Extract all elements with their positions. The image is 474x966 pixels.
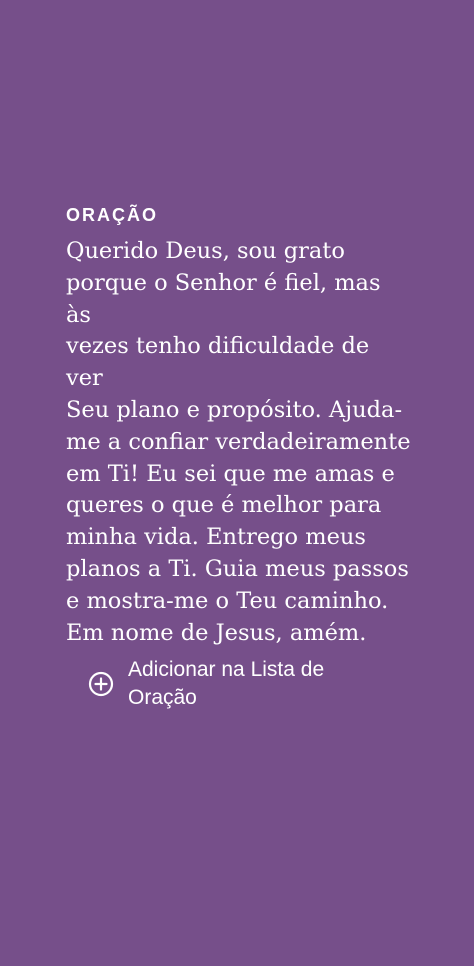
add-to-prayer-list-label: Adicionar na Lista de Oração [128,658,325,709]
add-to-prayer-list-button[interactable]: Adicionar na Lista de Oração [88,652,388,716]
add-circle-icon [88,671,114,697]
prayer-screen: ORAÇÃO Querido Deus, sou grato porque o … [0,0,474,966]
prayer-text: Querido Deus, sou grato porque o Senhor … [66,238,411,646]
section-title: ORAÇÃO [66,205,158,225]
